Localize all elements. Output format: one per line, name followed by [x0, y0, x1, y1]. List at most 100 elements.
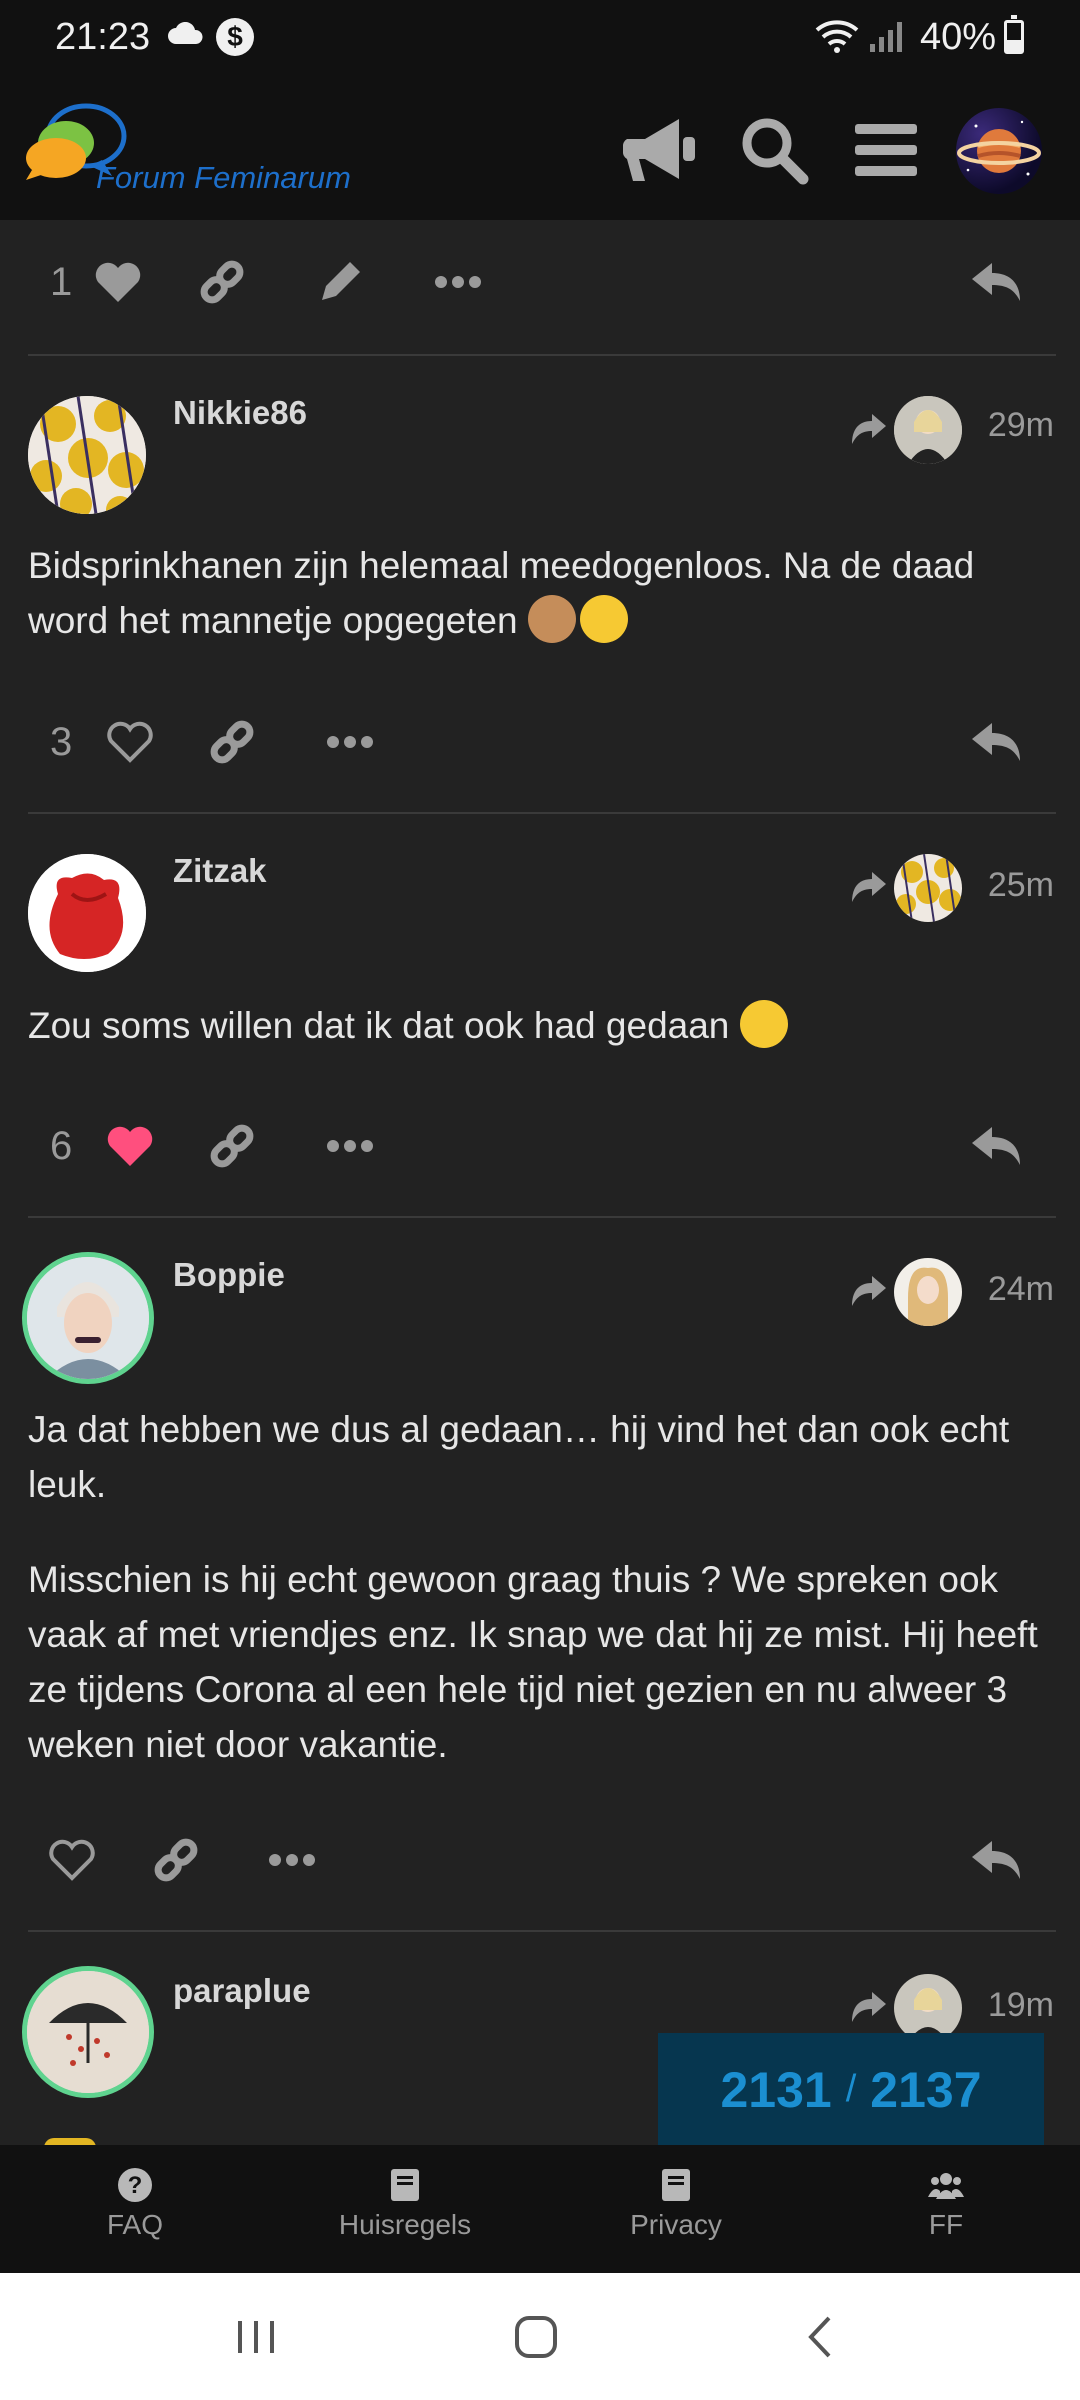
woman-avatar-icon — [894, 1258, 962, 1326]
app-name: Forum Feminarum — [96, 160, 351, 195]
reply-button[interactable] — [968, 254, 1024, 310]
book-icon — [662, 2169, 690, 2201]
back-button[interactable] — [790, 2309, 850, 2365]
post-actions: 1 — [0, 242, 1080, 322]
more-options-button[interactable] — [322, 714, 378, 770]
avatar[interactable] — [22, 1966, 154, 2098]
recent-apps-icon — [238, 2321, 274, 2353]
more-options-button[interactable] — [264, 1832, 320, 1888]
post-divider — [28, 1216, 1056, 1218]
battery-icon — [1004, 15, 1024, 54]
search-button[interactable] — [734, 110, 814, 190]
footer-huisregels[interactable]: Huisregels — [295, 2167, 515, 2241]
footer-nav: ? FAQ Huisregels Privacy FF — [0, 2145, 1080, 2273]
home-icon — [515, 2316, 557, 2358]
more-options-button[interactable] — [430, 254, 486, 310]
next-avatar-peek — [44, 2138, 96, 2145]
post-time: 29m — [987, 406, 1054, 444]
copy-link-button[interactable] — [148, 1832, 204, 1888]
footer-label: Huisregels — [338, 2209, 472, 2240]
reply-button[interactable] — [968, 1118, 1024, 1174]
post-actions — [0, 1820, 1080, 1900]
link-icon — [154, 1838, 198, 1882]
reply-icon — [972, 1841, 1020, 1879]
pencil-icon — [322, 262, 360, 300]
hamburger-icon — [855, 124, 917, 176]
reply-to-avatar[interactable] — [894, 854, 962, 922]
username[interactable]: Zitzak — [173, 852, 267, 890]
post-paragraph: Ja dat hebben we dus al gedaan… hij vind… — [28, 1409, 1010, 1505]
like-button[interactable] — [102, 1118, 158, 1174]
avatar[interactable] — [28, 396, 146, 514]
forum-logo[interactable]: Forum Feminarum — [24, 98, 384, 198]
reply-icon — [972, 1127, 1020, 1165]
copy-link-button[interactable] — [194, 254, 250, 310]
post-actions: 3 — [0, 702, 1080, 782]
menu-button[interactable] — [846, 110, 926, 190]
copy-link-button[interactable] — [204, 714, 260, 770]
post-paragraph: Zou soms willen dat ik dat ook had gedaa… — [28, 1005, 730, 1046]
heart-filled-icon — [95, 262, 141, 302]
progress-separator: / — [845, 2068, 857, 2110]
winking-tongue-emoji — [739, 1000, 788, 1048]
app-header: Forum Feminarum — [0, 80, 1080, 220]
tears-of-joy-emoji — [579, 595, 628, 643]
topic-progress[interactable]: 2131 / 2137 — [658, 2033, 1044, 2146]
like-count: 3 — [50, 720, 73, 764]
topic-feed[interactable]: 1 Nikkie86 29m Bidsprinkhanen zijn helem… — [0, 220, 1080, 2145]
megaphone-icon — [623, 119, 695, 181]
announcements-button[interactable] — [622, 110, 702, 190]
back-icon — [808, 2316, 831, 2358]
woman-avatar-icon — [27, 1257, 149, 1379]
copy-link-button[interactable] — [204, 1118, 260, 1174]
edit-button[interactable] — [312, 254, 368, 310]
svg-text:?: ? — [128, 2172, 143, 2199]
like-count: 6 — [50, 1124, 73, 1168]
reply-button[interactable] — [968, 714, 1024, 770]
like-button[interactable] — [102, 714, 158, 770]
post-divider — [28, 1930, 1056, 1932]
wifi-icon — [815, 20, 859, 53]
reply-to-icon — [852, 1276, 886, 1306]
user-avatar[interactable] — [956, 108, 1042, 194]
reply-button[interactable] — [968, 1832, 1024, 1888]
footer-privacy[interactable]: Privacy — [566, 2167, 786, 2241]
post-content: Bidsprinkhanen zijn helemaal meedogenloo… — [28, 538, 1058, 688]
post-divider — [28, 354, 1056, 356]
status-time: 21:23 — [55, 16, 151, 58]
avatar[interactable] — [28, 854, 146, 972]
ellipsis-icon — [435, 276, 481, 288]
beanbag-avatar-icon — [28, 854, 146, 972]
ellipsis-icon — [327, 736, 373, 748]
reply-icon — [972, 723, 1020, 761]
reply-to-avatar[interactable] — [894, 1258, 962, 1326]
username[interactable]: Nikkie86 — [173, 394, 307, 432]
search-icon — [742, 118, 809, 185]
username[interactable]: Boppie — [173, 1256, 285, 1294]
s-app-icon: $ — [216, 18, 254, 56]
reply-icon — [972, 263, 1020, 301]
link-icon — [200, 260, 244, 304]
post-content: Ja dat hebben we dus al gedaan… hij vind… — [28, 1402, 1058, 1812]
link-icon — [210, 1124, 254, 1168]
footer-ff[interactable]: FF — [836, 2167, 1056, 2241]
avatar[interactable] — [22, 1252, 154, 1384]
reply-to-avatar[interactable] — [894, 1974, 962, 2042]
more-options-button[interactable] — [322, 1118, 378, 1174]
like-button[interactable] — [90, 254, 146, 310]
post-time: 25m — [987, 866, 1054, 904]
post-paragraph: Misschien is hij echt gewoon graag thuis… — [28, 1559, 1038, 1765]
question-circle-icon: ? — [118, 2168, 152, 2202]
like-button[interactable] — [44, 1832, 100, 1888]
footer-faq[interactable]: ? FAQ — [25, 2167, 245, 2241]
like-count: 1 — [50, 260, 73, 304]
recent-apps-button[interactable] — [226, 2309, 286, 2365]
post-actions: 6 — [0, 1106, 1080, 1186]
home-button[interactable] — [506, 2309, 566, 2365]
planet-icon — [957, 120, 1041, 176]
reply-to-avatar[interactable] — [894, 396, 962, 464]
username[interactable]: paraplue — [173, 1972, 311, 2010]
reply-to-icon — [852, 872, 886, 902]
post-content: Zou soms willen dat ik dat ook had gedaa… — [28, 998, 1058, 1093]
footer-label: Privacy — [630, 2209, 722, 2240]
